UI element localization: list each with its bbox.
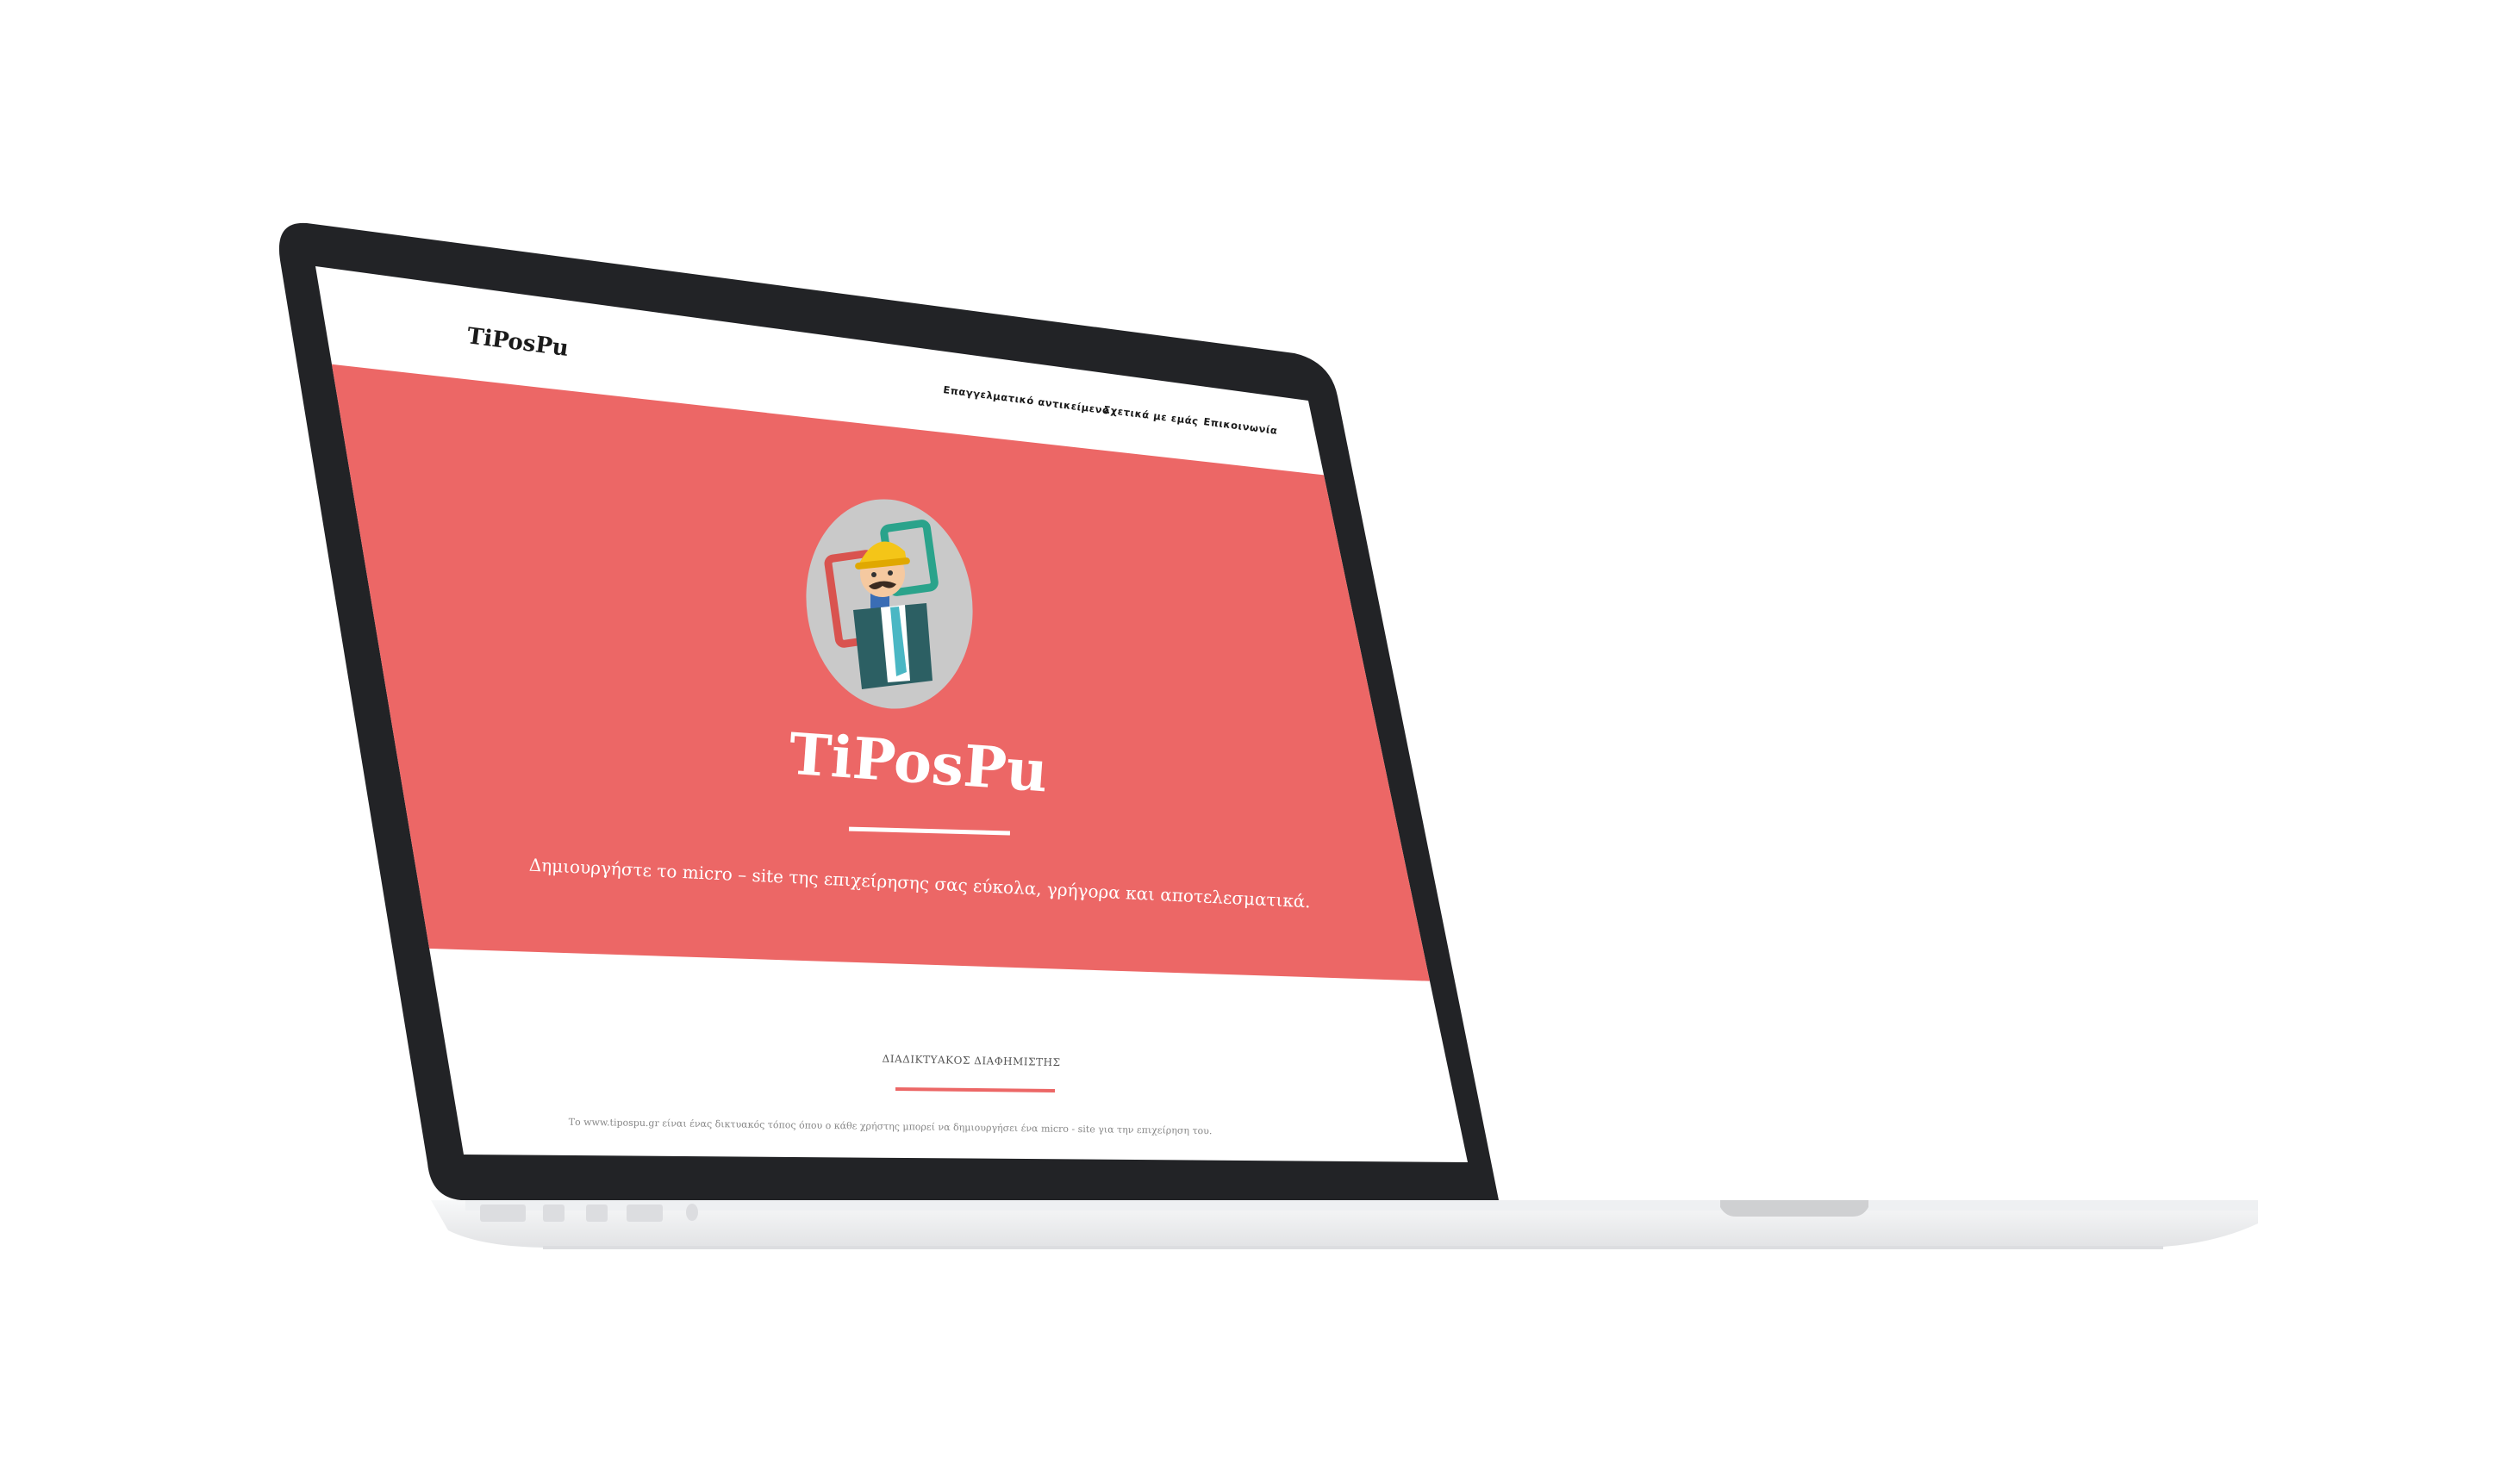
laptop-base	[431, 1200, 2258, 1249]
mascot-eye	[888, 570, 893, 576]
keyboard-edge-key	[543, 1204, 565, 1222]
laptop-base-shadow	[543, 1246, 2163, 1249]
laptop-mockup-svg: TiPosPu Επαγγελματικό αντικείμενο Σχετικ…	[278, 222, 2258, 1249]
laptop-hinge-notch	[1720, 1200, 1868, 1217]
browser-screen: TiPosPu Επαγγελματικό αντικείμενο Σχετικ…	[315, 266, 1468, 1162]
keyboard-edge-key	[627, 1204, 663, 1222]
laptop-base-top-edge	[465, 1200, 2258, 1211]
laptop-mockup-scene: TiPosPu Επαγγελματικό αντικείμενο Σχετικ…	[0, 0, 2520, 1466]
keyboard-edge-key	[686, 1204, 698, 1221]
mascot-eye	[871, 572, 876, 577]
keyboard-edge-key	[480, 1204, 526, 1222]
keyboard-edge-key	[586, 1204, 608, 1222]
